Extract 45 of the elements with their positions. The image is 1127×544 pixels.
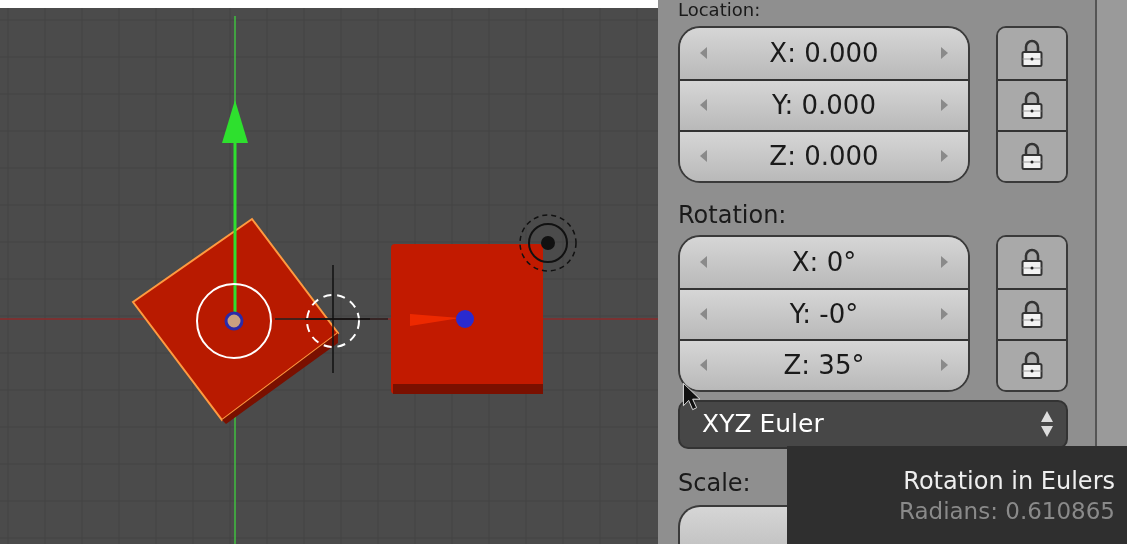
lock-icon (1021, 299, 1043, 330)
lock-icon (1021, 90, 1043, 121)
section-label: Rotation: (678, 200, 788, 229)
lock-toggle[interactable] (998, 236, 1066, 288)
rotation-mode-dropdown[interactable]: XYZ Euler (678, 399, 1068, 449)
rotation-handle[interactable] (196, 283, 272, 359)
lock-toggle[interactable] (998, 129, 1066, 181)
origin-dot (456, 310, 474, 328)
move-arrow-drawing[interactable] (222, 100, 248, 313)
origin-dot (224, 311, 244, 331)
increment-arrow-icon[interactable] (941, 150, 948, 163)
section-label: Scale: (678, 468, 751, 497)
increment-arrow-icon[interactable] (941, 256, 948, 269)
number-field[interactable]: Z: 0.000 (680, 129, 968, 181)
cursor-crosshair-icon (304, 264, 371, 374)
number-field[interactable]: Y: 0.000 (680, 78, 968, 130)
lock-toggle[interactable] (998, 27, 1066, 79)
decrement-arrow-icon[interactable] (700, 308, 707, 321)
number-field[interactable]: X: 0.000 (680, 27, 968, 79)
mouse-pointer-icon (682, 382, 702, 411)
decrement-arrow-icon[interactable] (700, 256, 707, 269)
increment-arrow-icon[interactable] (941, 99, 948, 112)
lock-toggle[interactable] (998, 338, 1066, 390)
section-label: Location: (678, 0, 762, 22)
increment-arrow-icon[interactable] (941, 359, 948, 372)
lamp-icon (519, 214, 577, 272)
lock-icon (1021, 141, 1043, 172)
increment-arrow-icon[interactable] (941, 47, 948, 60)
decrement-arrow-icon[interactable] (700, 359, 707, 372)
rotated-cube[interactable] (131, 217, 340, 424)
increment-arrow-icon[interactable] (941, 308, 948, 321)
tooltip-detail: Radians: 0.610865 (898, 497, 1115, 526)
tooltip-title: Rotation in Eulers (903, 466, 1115, 496)
lock-icon (1021, 38, 1043, 69)
decrement-arrow-icon[interactable] (700, 47, 707, 60)
lock-toggle[interactable] (998, 78, 1066, 130)
decrement-arrow-icon[interactable] (700, 99, 707, 112)
decrement-arrow-icon[interactable] (700, 150, 707, 163)
number-field[interactable]: Y: -0° (680, 287, 968, 339)
lock-toggle[interactable] (998, 287, 1066, 339)
number-field[interactable]: Z: 35° (680, 338, 968, 390)
number-field[interactable]: X: 0° (680, 236, 968, 288)
cube[interactable] (391, 244, 543, 394)
lock-icon (1021, 247, 1043, 278)
lock-icon (1021, 350, 1043, 381)
